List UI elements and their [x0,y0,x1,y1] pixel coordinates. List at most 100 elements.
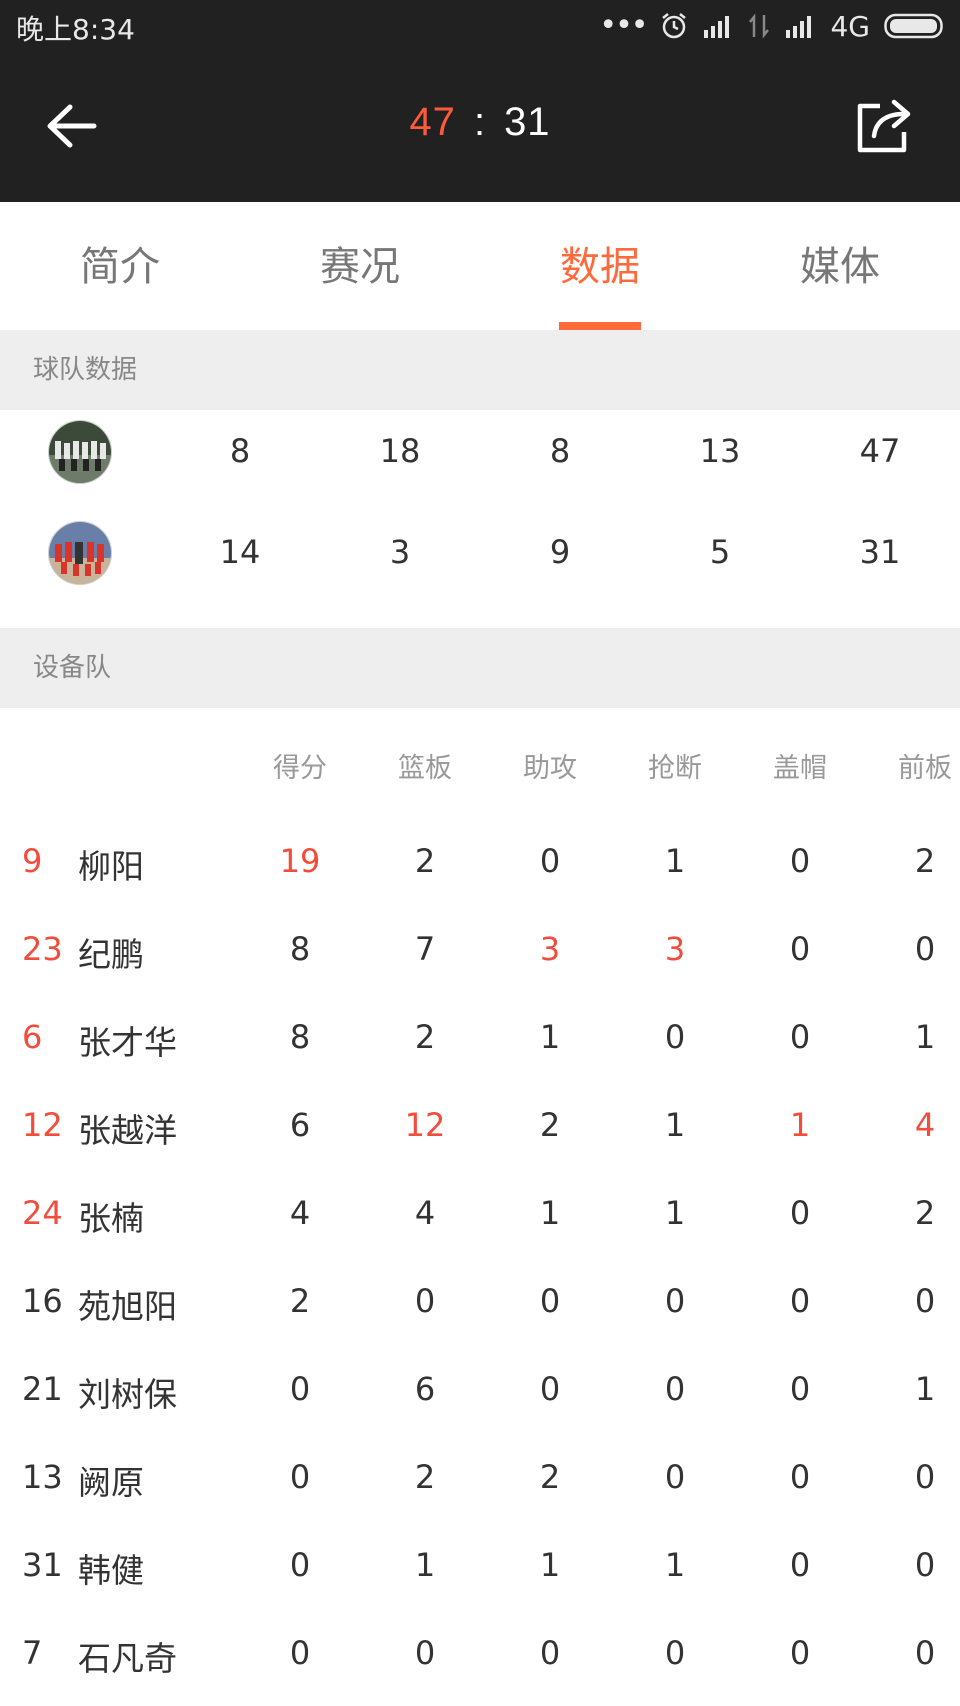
battery-icon [884,13,943,39]
stat-cell: 0 [664,1018,686,1056]
player-name: 张楠 [78,1199,144,1238]
stat-cell: 0 [539,1282,561,1320]
stat-cell: 1 [414,1546,436,1584]
player-number: 6 [22,1018,43,1056]
home-stat-3: 8 [549,432,571,470]
tab-live[interactable]: 赛况 [240,202,480,330]
stat-cell: 0 [914,1282,936,1320]
away-score: 31 [504,100,551,144]
column-header[interactable]: 篮板 [370,746,480,785]
player-name: 张才华 [78,1023,177,1062]
column-header[interactable]: 得分 [245,746,355,785]
home-stat-1: 8 [229,432,251,470]
away-stat-5: 31 [859,533,901,571]
player-row[interactable]: 23 纪鹏 8 7 3 3 0 0 [0,906,960,994]
away-stat-4: 5 [709,533,731,571]
player-row[interactable]: 6 张才华 8 2 1 0 0 1 [0,994,960,1082]
stat-cell: 0 [289,1634,311,1672]
player-row[interactable]: 7 石凡奇 0 0 0 0 0 0 [0,1610,960,1698]
column-header[interactable]: 前板 [870,746,960,785]
stat-cell: 0 [789,1458,811,1496]
stat-cell: 12 [404,1106,446,1144]
stat-cell: 0 [539,1370,561,1408]
network-type: 4G [830,9,870,43]
stat-cell: 3 [539,930,561,968]
column-header[interactable]: 助攻 [495,746,605,785]
player-number: 23 [22,930,63,968]
stat-cell: 0 [539,842,561,880]
top-bar: 47:31 [0,52,960,202]
column-header[interactable]: 盖帽 [745,746,855,785]
team-stats-header: 球队数据 [0,330,960,410]
stat-cell: 2 [414,1458,436,1496]
tab-intro[interactable]: 简介 [0,202,240,330]
home-stat-2: 18 [379,432,421,470]
player-number: 31 [22,1546,63,1584]
home-stat-5: 47 [859,432,901,470]
stat-cell: 0 [789,930,811,968]
stat-cell: 1 [664,1546,686,1584]
stat-cell: 1 [539,1546,561,1584]
team-row-home: 8 18 8 13 47 [0,402,960,502]
signal-icon [704,16,730,38]
status-icons: ••• 4G [599,6,946,46]
player-number: 21 [22,1370,63,1408]
column-header[interactable]: 抢断 [620,746,730,785]
stat-cell: 1 [539,1194,561,1232]
stat-cell: 2 [289,1282,311,1320]
match-score: 47:31 [0,100,960,145]
player-row[interactable]: 12 张越洋 6 12 2 1 1 4 [0,1082,960,1170]
team-photo-image-2 [49,522,111,584]
stat-cell: 0 [539,1634,561,1672]
stat-cell: 8 [289,930,311,968]
stat-cell: 8 [289,1018,311,1056]
player-name: 张越洋 [78,1111,177,1150]
stat-cell: 0 [789,1018,811,1056]
player-name: 刘树保 [78,1375,177,1414]
player-name: 柳阳 [78,847,144,886]
home-team-logo[interactable] [48,420,112,484]
tab-media[interactable]: 媒体 [720,202,960,330]
stat-cell: 1 [789,1106,811,1144]
share-icon [857,99,911,153]
stat-cell: 0 [664,1458,686,1496]
score-separator: : [473,100,487,144]
stat-cell: 2 [914,842,936,880]
home-score: 47 [409,100,456,144]
stat-cell: 1 [664,1194,686,1232]
data-transfer-icon [749,13,770,39]
more-dots-icon: ••• [599,8,648,43]
stat-cell: 2 [414,842,436,880]
share-button[interactable] [852,96,916,156]
player-row[interactable]: 16 苑旭阳 2 0 0 0 0 0 [0,1258,960,1346]
stat-cell: 2 [414,1018,436,1056]
player-number: 12 [22,1106,63,1144]
stat-cell: 3 [664,930,686,968]
player-row[interactable]: 9 柳阳 19 2 0 1 0 2 [0,818,960,906]
away-stat-3: 9 [549,533,571,571]
stat-cell: 0 [789,842,811,880]
stat-cell: 0 [914,1546,936,1584]
stat-cell: 1 [664,1106,686,1144]
away-team-logo[interactable] [48,521,112,585]
stat-cell: 0 [914,930,936,968]
stat-cell: 4 [914,1106,936,1144]
player-number: 24 [22,1194,63,1232]
stat-cell: 0 [789,1634,811,1672]
away-stat-1: 14 [219,533,261,571]
player-name: 苑旭阳 [78,1287,177,1326]
home-stat-4: 13 [699,432,741,470]
player-name: 石凡奇 [78,1639,177,1678]
player-name: 纪鹏 [78,935,144,974]
player-name: 韩健 [78,1551,144,1590]
team-row-away: 14 3 9 5 31 [0,503,960,603]
player-row[interactable]: 31 韩健 0 1 1 1 0 0 [0,1522,960,1610]
stat-cell: 1 [914,1370,936,1408]
stat-cell: 1 [664,842,686,880]
tab-data[interactable]: 数据 [480,202,720,330]
tab-bar: 简介 赛况 数据 媒体 [0,202,960,330]
stat-cell: 4 [289,1194,311,1232]
player-row[interactable]: 24 张楠 4 4 1 1 0 2 [0,1170,960,1258]
player-row[interactable]: 21 刘树保 0 6 0 0 0 1 [0,1346,960,1434]
player-row[interactable]: 13 阙原 0 2 2 0 0 0 [0,1434,960,1522]
